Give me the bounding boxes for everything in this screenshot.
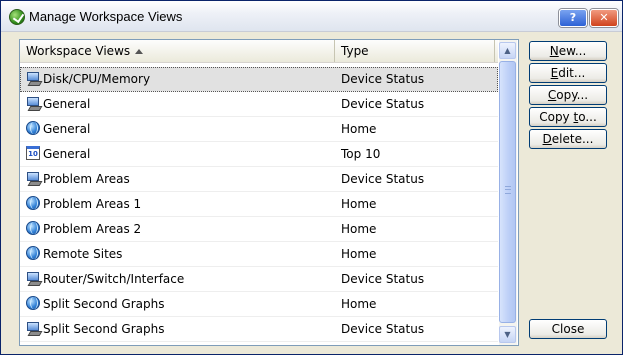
table-row[interactable]: Split Second Graphs Home	[20, 292, 498, 317]
column-header-workspace-views[interactable]: Workspace Views	[20, 40, 335, 62]
computer-icon	[26, 321, 40, 335]
row-type: Top 10	[341, 147, 381, 161]
list-rows: Disk/CPU/Memory Device Status General De…	[20, 67, 498, 342]
computer-icon	[26, 171, 40, 185]
row-type: Device Status	[341, 172, 425, 186]
row-type: Home	[341, 247, 377, 261]
copy-button[interactable]: Copy...	[529, 85, 607, 105]
computer-icon	[26, 71, 40, 85]
row-type: Home	[341, 297, 377, 311]
globe-icon	[26, 246, 40, 260]
row-name: General	[43, 97, 91, 111]
new-button[interactable]: New...	[529, 41, 607, 61]
row-type: Home	[341, 222, 377, 236]
close-button[interactable]: Close	[529, 319, 607, 339]
delete-button-mnemonic: D	[542, 132, 552, 146]
row-type: Home	[341, 197, 377, 211]
scroll-up-button[interactable]: ▲	[499, 42, 516, 59]
table-row[interactable]: Remote Sites Home	[20, 242, 498, 267]
vertical-scrollbar[interactable]: ▲ ▼	[499, 40, 517, 345]
table-row[interactable]: 10 General Top 10	[20, 142, 498, 167]
row-name: Disk/CPU/Memory	[43, 72, 151, 86]
copy-to-button-prefix: Copy	[539, 110, 574, 124]
new-button-mnemonic: N	[549, 44, 559, 58]
row-name: Split Second Graphs	[43, 297, 165, 311]
window-title: Manage Workspace Views	[29, 9, 183, 24]
edit-button-label: dit...	[558, 66, 586, 80]
new-button-label: ew...	[558, 44, 587, 58]
copy-button-label: opy...	[556, 88, 589, 102]
column-header-type[interactable]: Type	[335, 40, 495, 62]
table-row[interactable]: Disk/CPU/Memory Device Status	[20, 67, 498, 92]
row-name: Problem Areas 1	[43, 197, 142, 211]
manage-workspace-views-dialog: Manage Workspace Views ? ✕ Workspace Vie…	[0, 0, 623, 355]
copy-to-button-label: o...	[578, 110, 597, 124]
row-type: Home	[341, 122, 377, 136]
row-name: Remote Sites	[43, 247, 123, 261]
globe-icon	[26, 221, 40, 235]
globe-icon	[26, 296, 40, 310]
column-header-label: Workspace Views	[26, 44, 131, 58]
column-header-label: Type	[341, 44, 369, 58]
table-row[interactable]: Problem Areas 1 Home	[20, 192, 498, 217]
edit-button[interactable]: Edit...	[529, 63, 607, 83]
workspace-views-list[interactable]: Workspace Views Type Disk/CPU/Memory Dev…	[19, 39, 519, 346]
row-type: Device Status	[341, 97, 425, 111]
delete-button[interactable]: Delete...	[529, 129, 607, 149]
row-type: Device Status	[341, 272, 425, 286]
row-name: General	[43, 122, 91, 136]
list-header: Workspace Views Type	[20, 40, 498, 63]
globe-icon	[26, 196, 40, 210]
grip-icon	[505, 186, 511, 194]
help-button[interactable]: ?	[559, 9, 587, 27]
scroll-down-button[interactable]: ▼	[499, 326, 516, 343]
top10-icon: 10	[26, 146, 40, 160]
table-row[interactable]: Problem Areas 2 Home	[20, 217, 498, 242]
row-type: Device Status	[341, 72, 425, 86]
table-row[interactable]: Router/Switch/Interface Device Status	[20, 267, 498, 292]
table-row[interactable]: Split Second Graphs Device Status	[20, 317, 498, 342]
table-row[interactable]: Problem Areas Device Status	[20, 167, 498, 192]
row-name: Problem Areas	[43, 172, 130, 186]
scroll-thumb[interactable]	[499, 61, 516, 323]
copy-to-button[interactable]: Copy to...	[529, 107, 607, 127]
table-row[interactable]: General Home	[20, 117, 498, 142]
row-name: Problem Areas 2	[43, 222, 142, 236]
close-window-button[interactable]: ✕	[590, 9, 618, 27]
title-bar[interactable]: Manage Workspace Views ? ✕	[1, 1, 622, 32]
computer-icon	[26, 271, 40, 285]
row-name: Split Second Graphs	[43, 322, 165, 336]
table-row[interactable]: General Device Status	[20, 92, 498, 117]
computer-icon	[26, 96, 40, 110]
sort-ascending-icon	[135, 49, 144, 54]
row-name: General	[43, 147, 91, 161]
row-type: Device Status	[341, 322, 425, 336]
globe-icon	[26, 121, 40, 135]
row-name: Router/Switch/Interface	[43, 272, 185, 286]
app-icon	[9, 9, 25, 25]
delete-button-label: elete...	[551, 132, 594, 146]
